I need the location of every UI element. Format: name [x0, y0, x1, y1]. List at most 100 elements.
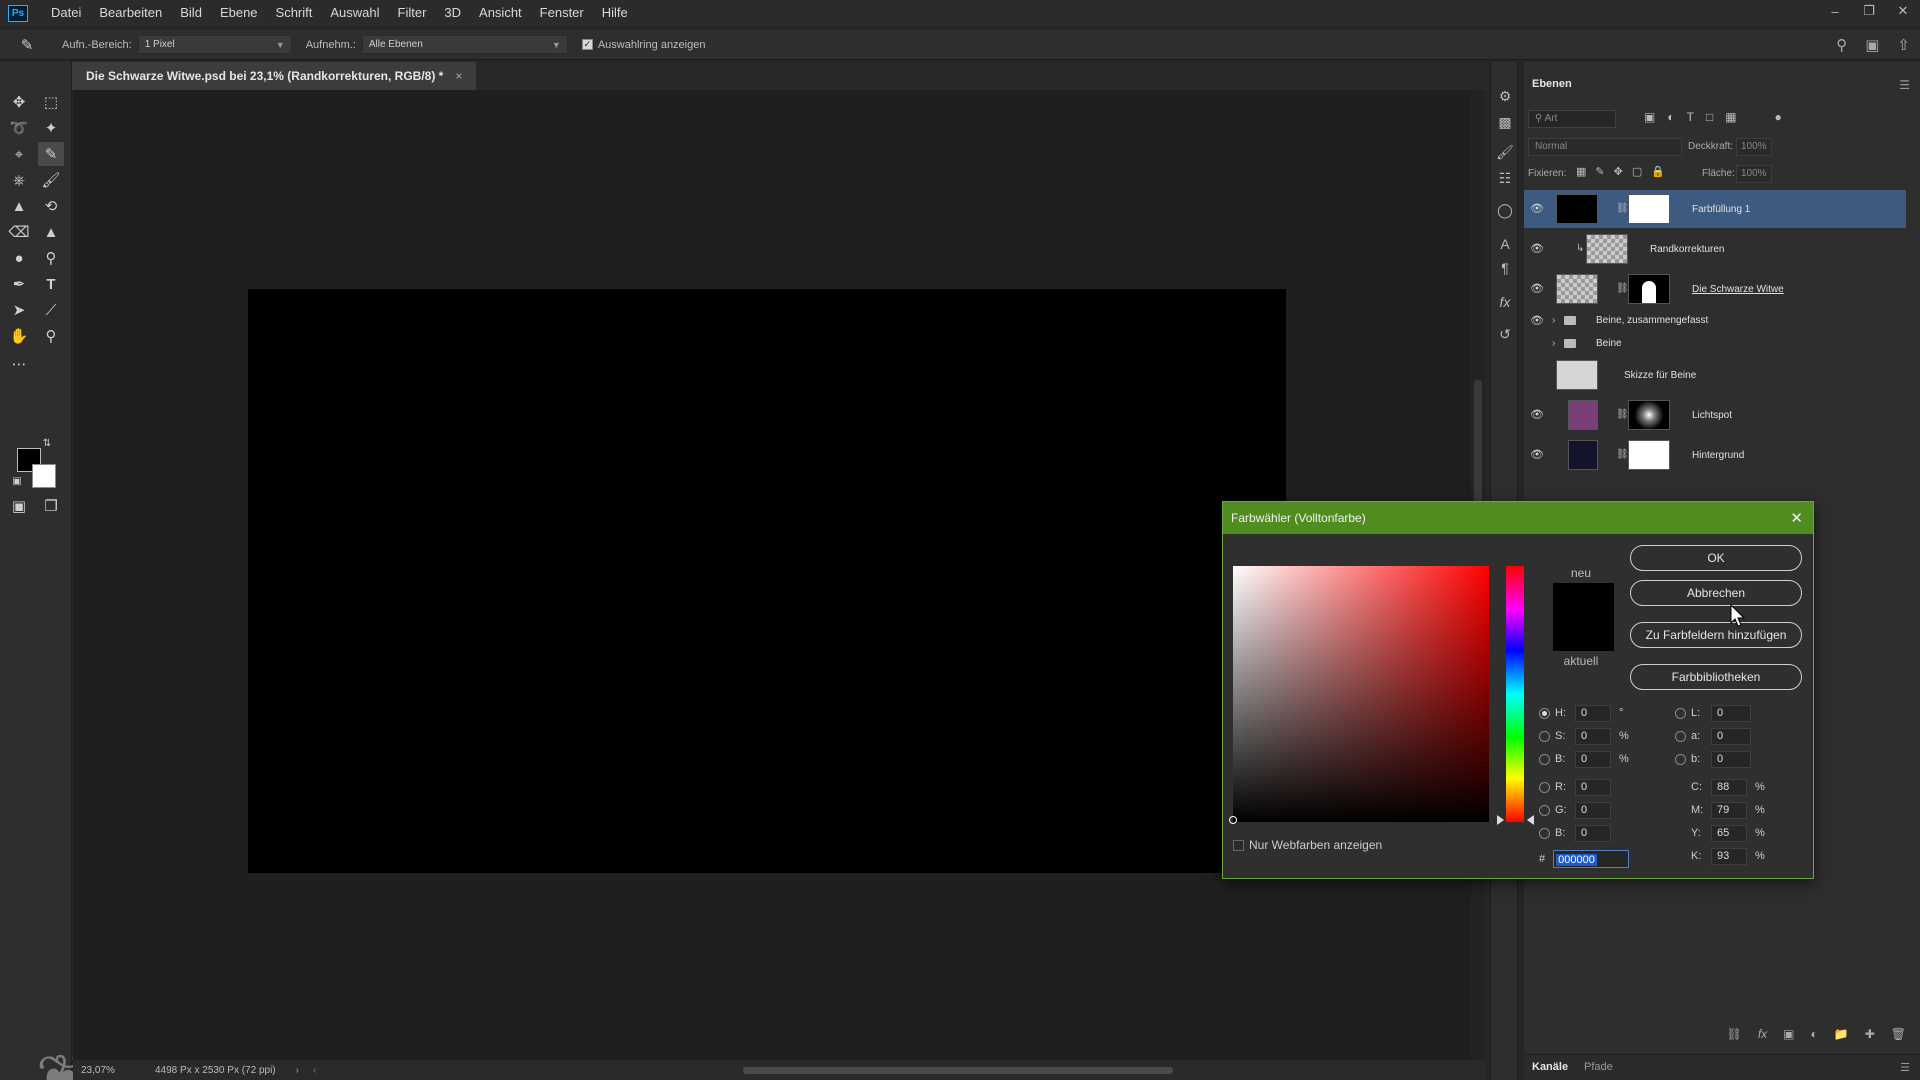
- hue-slider-handle-right[interactable]: [1527, 815, 1534, 825]
- blur-tool-icon[interactable]: ●: [6, 246, 32, 270]
- screen-mode-icon[interactable]: ❐: [38, 494, 64, 518]
- layers-tab[interactable]: Ebenen: [1532, 78, 1572, 90]
- search-icon[interactable]: ⚲: [1836, 36, 1847, 54]
- visibility-eye-icon[interactable]: 👁: [1530, 242, 1544, 256]
- link-chain-icon[interactable]: ⛓: [1616, 283, 1629, 294]
- a-field[interactable]: 0: [1711, 727, 1751, 745]
- add-mask-icon[interactable]: ▣: [1783, 1027, 1794, 1041]
- b-radio[interactable]: [1539, 753, 1550, 765]
- l-radio[interactable]: [1675, 707, 1686, 719]
- b-field[interactable]: 0: [1575, 750, 1611, 768]
- background-color-swatch[interactable]: [32, 464, 56, 488]
- menu-ebene[interactable]: Ebene: [211, 0, 267, 26]
- hue-slider[interactable]: [1506, 566, 1524, 822]
- menu-filter[interactable]: Filter: [389, 0, 436, 26]
- eyedropper-tool-icon[interactable]: ✎: [38, 142, 64, 166]
- restore-icon[interactable]: ❐: [1852, 0, 1886, 22]
- document-canvas[interactable]: [248, 289, 1286, 873]
- h-field[interactable]: 0: [1575, 704, 1611, 722]
- document-tab[interactable]: Die Schwarze Witwe.psd bei 23,1% (Randko…: [72, 62, 477, 90]
- filter-type-icon[interactable]: T: [1687, 110, 1694, 124]
- scroll-left-icon[interactable]: ‹: [313, 1065, 316, 1076]
- panel-menu-icon[interactable]: ☰: [1899, 78, 1910, 92]
- y-field[interactable]: 65: [1711, 824, 1747, 842]
- filter-smart-object-icon[interactable]: ▦: [1725, 110, 1736, 124]
- add-to-swatches-button[interactable]: Zu Farbfeldern hinzufügen: [1630, 622, 1802, 648]
- menu-bild[interactable]: Bild: [171, 0, 211, 26]
- menu-datei[interactable]: Datei: [42, 0, 90, 26]
- tab-pfade[interactable]: Pfade: [1584, 1061, 1613, 1073]
- share-icon[interactable]: ⇧: [1897, 36, 1910, 54]
- layer-filter-select[interactable]: ⚲ Art: [1528, 110, 1616, 128]
- blue-field[interactable]: 0: [1575, 824, 1611, 842]
- sample-layers-select[interactable]: Alle Ebenen ▼: [361, 35, 568, 54]
- color-libraries-button[interactable]: Farbbibliotheken: [1630, 664, 1802, 690]
- libraries-icon[interactable]: ◯: [1495, 200, 1515, 220]
- menu-auswahl[interactable]: Auswahl: [321, 0, 388, 26]
- brush-settings-icon[interactable]: 🖌: [1495, 142, 1515, 162]
- link-chain-icon[interactable]: ⛓: [1616, 449, 1629, 460]
- workspace-icon[interactable]: ▣: [1865, 36, 1879, 54]
- h-radio[interactable]: [1539, 707, 1550, 719]
- s-radio[interactable]: [1539, 730, 1550, 742]
- filter-adjustment-icon[interactable]: ◐: [1667, 110, 1674, 124]
- eyedropper-preset-icon[interactable]: ✎: [14, 33, 40, 57]
- filter-shape-icon[interactable]: □: [1706, 110, 1713, 124]
- clone-stamp-tool-icon[interactable]: ▲: [6, 194, 32, 218]
- close-tab-icon[interactable]: ×: [455, 69, 462, 83]
- path-selection-tool-icon[interactable]: ➤: [6, 298, 32, 322]
- lock-position-icon[interactable]: ✥: [1614, 165, 1623, 178]
- r-radio[interactable]: [1539, 781, 1550, 793]
- new-adjustment-icon[interactable]: ◐: [1811, 1027, 1818, 1041]
- ok-button[interactable]: OK: [1630, 545, 1802, 571]
- eraser-tool-icon[interactable]: ⌫: [6, 220, 32, 244]
- m-field[interactable]: 79: [1711, 801, 1747, 819]
- line-tool-icon[interactable]: ⟋: [38, 298, 64, 322]
- expand-arrow-icon[interactable]: ›: [1552, 315, 1555, 326]
- lock-transparent-icon[interactable]: ▦: [1576, 165, 1586, 178]
- brush-tool-icon[interactable]: 🖌: [38, 168, 64, 192]
- c-field[interactable]: 88: [1711, 778, 1747, 796]
- layer-row-schwarze-witwe[interactable]: 👁 ⛓ Die Schwarze Witwe: [1524, 270, 1906, 308]
- new-group-icon[interactable]: 📁: [1834, 1027, 1849, 1041]
- lab-b-field[interactable]: 0: [1711, 750, 1751, 768]
- lock-artboard-icon[interactable]: ▢: [1632, 165, 1642, 178]
- menu-bearbeiten[interactable]: Bearbeiten: [90, 0, 171, 26]
- new-layer-icon[interactable]: ✚: [1865, 1027, 1875, 1041]
- move-tool-icon[interactable]: ✥: [6, 90, 32, 114]
- character-icon[interactable]: A: [1495, 234, 1515, 254]
- menu-3d[interactable]: 3D: [435, 0, 470, 26]
- visibility-eye-icon[interactable]: 👁: [1530, 202, 1544, 216]
- visibility-eye-icon[interactable]: 👁: [1530, 314, 1544, 328]
- a-radio[interactable]: [1675, 730, 1686, 742]
- hue-slider-handle-left[interactable]: [1497, 815, 1504, 825]
- layer-mask-thumbnail[interactable]: [1628, 400, 1670, 430]
- paint-bucket-tool-icon[interactable]: ▲: [38, 220, 64, 244]
- crop-tool-icon[interactable]: ⌖: [6, 142, 32, 166]
- delete-layer-icon[interactable]: 🗑: [1891, 1027, 1906, 1041]
- history-brush-tool-icon[interactable]: ⟲: [38, 194, 64, 218]
- zoom-level[interactable]: 23,07%: [81, 1065, 139, 1076]
- dialog-title-bar[interactable]: Farbwähler (Volltonfarbe) ✕: [1223, 502, 1813, 534]
- r-field[interactable]: 0: [1575, 778, 1611, 796]
- cancel-button[interactable]: Abbrechen: [1630, 580, 1802, 606]
- layer-row-randkorrekturen[interactable]: 👁 ↳ Randkorrekturen: [1524, 230, 1906, 268]
- paragraph-icon[interactable]: ¶: [1495, 258, 1515, 278]
- quick-mask-icon[interactable]: ▣: [6, 494, 32, 518]
- layer-row-farbfuellung[interactable]: 👁 ⛓ Farbfüllung 1: [1524, 190, 1906, 228]
- dodge-tool-icon[interactable]: ⚲: [38, 246, 64, 270]
- layer-mask-thumbnail[interactable]: [1628, 194, 1670, 224]
- panel-menu-icon[interactable]: ☰: [1900, 1061, 1910, 1074]
- swap-colors-icon[interactable]: ⇅: [40, 436, 54, 450]
- visibility-eye-icon[interactable]: 👁: [1530, 448, 1544, 462]
- fill-field[interactable]: 100%: [1736, 165, 1772, 183]
- layer-mask-thumbnail[interactable]: [1628, 274, 1670, 304]
- web-colors-checkbox[interactable]: [1233, 839, 1244, 851]
- histogram-icon[interactable]: ▩: [1495, 112, 1515, 132]
- zoom-tool-icon[interactable]: ⚲: [38, 324, 64, 348]
- lasso-tool-icon[interactable]: ➰: [6, 116, 32, 140]
- minimize-icon[interactable]: –: [1818, 0, 1852, 22]
- menu-schrift[interactable]: Schrift: [267, 0, 322, 26]
- layer-row-hintergrund[interactable]: 👁 ⛓ Hintergrund: [1524, 436, 1906, 474]
- filter-pixel-icon[interactable]: ▣: [1644, 110, 1655, 124]
